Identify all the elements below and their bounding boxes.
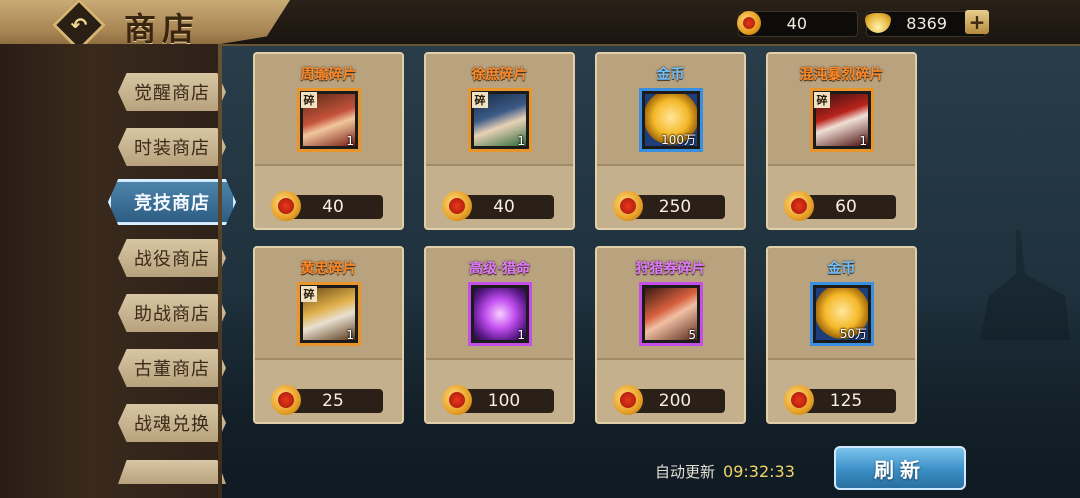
item-count: 50万: [839, 327, 867, 341]
shop-sidebar: 觉醒商店 时装商店 竞技商店 战役商店 助战商店 古董商店 战魂兑换: [0, 44, 236, 498]
shop-item-card[interactable]: 金币 50万 125: [766, 246, 917, 424]
item-name: 周瑜碎片: [300, 67, 357, 83]
gold-coin-icon: 50万: [810, 282, 874, 346]
sidebar-item-campaign-shop[interactable]: 战役商店: [118, 239, 226, 277]
fate-orb-icon: 1: [468, 282, 532, 346]
sidebar-item-partial[interactable]: [118, 460, 226, 484]
sidebar-item-antique-shop[interactable]: 古董商店: [118, 349, 226, 387]
price-tag: 25: [271, 385, 383, 415]
item-count: 1: [517, 328, 525, 342]
item-count: 5: [688, 328, 696, 342]
shop-item-card[interactable]: 徐庶碎片 碎 1 40: [424, 52, 575, 230]
plus-icon: +: [968, 10, 986, 34]
item-name: 狩猎券碎片: [635, 261, 706, 277]
gold-balance: 8369 +: [865, 10, 989, 37]
item-count: 1: [346, 328, 354, 342]
shop-item-card[interactable]: 周瑜碎片 碎 1 40: [253, 52, 404, 230]
hunt-ticket-icon: 5: [639, 282, 703, 346]
shop-item-card[interactable]: 金币 100万 250: [595, 52, 746, 230]
add-gold-button[interactable]: +: [965, 10, 989, 34]
item-count: 1: [859, 134, 867, 148]
price-tag: 125: [784, 385, 896, 415]
item-name: 黄忠碎片: [300, 261, 357, 277]
gold-ingot-icon: [865, 13, 891, 33]
item-count: 1: [346, 134, 354, 148]
price-tag: 60: [784, 191, 896, 221]
item-icon-huangzhong: 碎 1: [297, 282, 361, 346]
shop-item-card[interactable]: 狩猎券碎片 5 200: [595, 246, 746, 424]
shop-item-card[interactable]: 混沌暴烈碎片 碎 1 60: [766, 52, 917, 230]
shop-item-card[interactable]: 高级·猎命 1 100: [424, 246, 575, 424]
fragment-badge: 碎: [814, 92, 830, 108]
price-tag: 40: [271, 191, 383, 221]
background-ship: [980, 230, 1070, 340]
item-icon-zhouyu: 碎 1: [297, 88, 361, 152]
price-tag: 40: [442, 191, 554, 221]
refresh-button[interactable]: 刷新: [834, 446, 966, 490]
price-tag: 250: [613, 191, 725, 221]
shop-item-card[interactable]: 黄忠碎片 碎 1 25: [253, 246, 404, 424]
price-tag: 200: [613, 385, 725, 415]
back-arrow-icon: ↶: [70, 13, 88, 37]
refresh-time: 09:32:33: [723, 462, 795, 481]
item-icon-xushu: 碎 1: [468, 88, 532, 152]
item-icon-chaos-hero: 碎 1: [810, 88, 874, 152]
sidebar-item-fashion-shop[interactable]: 时装商店: [118, 128, 226, 166]
sidebar-item-soul-exchange[interactable]: 战魂兑换: [118, 404, 226, 442]
auto-refresh-timer: 自动更新 09:32:33: [655, 462, 795, 481]
item-name: 徐庶碎片: [471, 67, 528, 83]
sidebar-item-awaken-shop[interactable]: 觉醒商店: [118, 73, 226, 111]
fragment-badge: 碎: [301, 92, 317, 108]
item-count: 1: [517, 134, 525, 148]
item-count: 100万: [661, 133, 696, 147]
coin-balance: 40: [737, 11, 858, 37]
sidebar-item-arena-shop[interactable]: 竞技商店: [108, 179, 236, 225]
fragment-badge: 碎: [301, 286, 317, 302]
sidebar-item-assist-shop[interactable]: 助战商店: [118, 294, 226, 332]
arena-coin-icon: [737, 11, 761, 35]
item-name: 高级·猎命: [468, 261, 531, 277]
item-name: 金币: [827, 261, 856, 277]
item-name: 混沌暴烈碎片: [799, 67, 884, 83]
item-name: 金币: [656, 67, 685, 83]
price-tag: 100: [442, 385, 554, 415]
gold-coin-icon: 100万: [639, 88, 703, 152]
fragment-badge: 碎: [472, 92, 488, 108]
